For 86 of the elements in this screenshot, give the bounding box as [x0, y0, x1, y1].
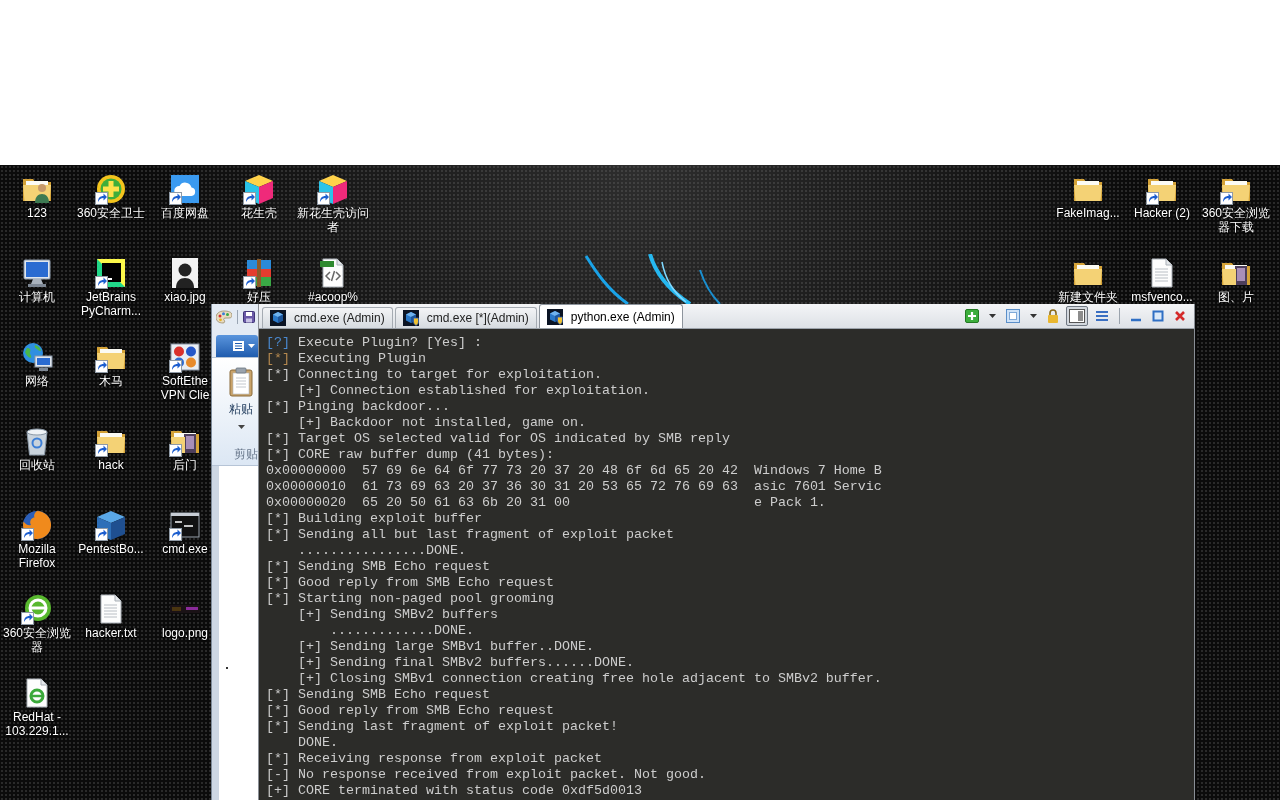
terminal-line: [+] Backdoor not installed, game on.: [297, 415, 586, 431]
ribbon-group-label: 剪贴: [234, 446, 258, 463]
desktop-icon-label[interactable]: RedHat - 103.229.1...: [0, 710, 74, 738]
terminal-line: [*] CORE raw buffer dump (41 bytes):: [266, 447, 554, 463]
desktop-icon-label[interactable]: #acoop%: [307, 290, 358, 304]
terminal-line: 0x00000020 65 20 50 61 63 6b 20 31 00 e Pack 1.: [266, 495, 826, 511]
desktop-icon-label[interactable]: 回收站: [19, 458, 55, 472]
terminal-line: [*] Building exploit buffer: [266, 511, 482, 527]
terminal-line: [*] Good reply from SMB Echo request: [266, 703, 554, 719]
desktop-icon-label[interactable]: 百度网盘: [161, 206, 209, 220]
monitor-icon[interactable]: [21, 257, 53, 289]
cube-icon: [270, 310, 286, 326]
console-tab[interactable]: cmd.exe [*](Admin): [394, 307, 537, 328]
cube-shield-icon: [402, 310, 419, 326]
terminal-line: 0x00000010 61 73 69 63 20 37 36 30 31 20 53 65 72 76 69 63 asic 7601 Servic: [266, 479, 882, 495]
terminal-line: DONE.: [297, 735, 338, 751]
caret-icon[interactable]: [237, 425, 245, 429]
app-icon[interactable]: [95, 257, 127, 289]
terminal-line: [*] Pinging backdoor...: [266, 399, 450, 415]
palette-icon[interactable]: [216, 309, 232, 324]
cube-shield-icon: [546, 308, 563, 325]
terminal-line: [*] Target OS selected valid for OS indicated by SMB reply: [266, 431, 730, 447]
desktop-icon-label[interactable]: SoftEthe VPN Clie: [160, 374, 210, 402]
terminal-line: [*] Sending last fragment of exploit packet!: [266, 719, 618, 735]
desktop-icon-label[interactable]: 360安全浏览器: [0, 626, 74, 654]
desktop-icon-label[interactable]: 360安全卫士: [77, 206, 145, 220]
paste-button[interactable]: 粘贴: [227, 367, 255, 429]
desktop-icon-label[interactable]: 好压: [247, 290, 271, 304]
terminal-line: .............DONE.: [329, 623, 474, 639]
terminal-line: [+] CORE terminated with status code 0xdf5d0013: [266, 783, 642, 799]
desktop-icon-label[interactable]: JetBrains PyCharm...: [74, 290, 148, 318]
clipboard-icon[interactable]: [229, 367, 253, 397]
desktop-icon-label[interactable]: Hacker (2): [1134, 206, 1190, 220]
desktop-icon-label[interactable]: msfvenco...: [1131, 290, 1193, 304]
terminal-line: [-] No response received from exploit packet. Not good.: [266, 767, 706, 783]
terminal-line: 0x00000000 57 69 6e 64 6f 77 73 20 37 20 48 6f 6d 65 20 42 Windows 7 Home B: [266, 463, 882, 479]
portrait-icon[interactable]: [169, 257, 201, 289]
terminal-line: [?] Execute Plugin? [Yes] :: [266, 335, 482, 351]
terminal-line: [*] Connecting to target for exploitation.: [266, 367, 602, 383]
app-menu-button[interactable]: [216, 335, 258, 357]
caret-icon[interactable]: [248, 344, 255, 348]
desktop-icon-label[interactable]: logo.png: [161, 626, 208, 640]
save-icon[interactable]: [243, 310, 255, 323]
desktop-icon-label[interactable]: 新花生壳访问者: [296, 206, 370, 234]
terminal-line: [+] Sending SMBv2 buffers: [297, 607, 498, 623]
plus-circle-icon[interactable]: [95, 173, 127, 205]
desktop-icon-label[interactable]: hacker.txt: [85, 626, 137, 640]
console-tab[interactable]: cmd.exe (Admin): [262, 307, 393, 328]
terminal-line: [*] Sending all but last fragment of exploit packet: [266, 527, 674, 543]
terminal-line: [*] Sending SMB Echo request: [266, 687, 490, 703]
desktop-icon-label[interactable]: xiao.jpg: [164, 290, 206, 304]
cloud-icon[interactable]: [169, 173, 201, 205]
desktop-icon-label[interactable]: 花生壳: [241, 206, 277, 220]
desktop-icon-label[interactable]: hack: [98, 458, 124, 472]
desktop-icon-label[interactable]: 123: [27, 206, 47, 220]
desktop-icon-label[interactable]: 后门: [173, 458, 197, 472]
terminal-line: ................DONE.: [297, 543, 466, 559]
terminal-line: [*] Sending SMB Echo request: [266, 559, 490, 575]
desktop-icon-label[interactable]: 木马: [99, 374, 123, 388]
desktop-icon-label[interactable]: 360安全浏览器下载: [1199, 206, 1273, 234]
desktop-icon-label[interactable]: FakeImag...: [1056, 206, 1120, 220]
globe-monitor-icon[interactable]: [21, 341, 53, 373]
menu-icon[interactable]: [233, 341, 244, 351]
dots-icon[interactable]: [169, 341, 201, 373]
terminal-line: [*] Receiving response from exploit packet: [266, 751, 602, 767]
globe-icon[interactable]: [21, 509, 53, 541]
desktop-icon-label[interactable]: 网络: [25, 374, 49, 388]
console-tab[interactable]: python.exe (Admin): [538, 304, 683, 328]
terminal-line: [+] Connection established for exploitation.: [297, 383, 650, 399]
terminal-line: [+] Sending final SMBv2 buffers......DONE.: [297, 655, 634, 671]
desktop-icon-label[interactable]: PentestBo...: [78, 542, 144, 556]
desktop-icon-label[interactable]: 新建文件夹: [1058, 290, 1118, 304]
desktop-icon-label[interactable]: 计算机: [19, 290, 55, 304]
terminal-line: [*] Good reply from SMB Echo request: [266, 575, 554, 591]
desktop-icon-label[interactable]: Mozilla Firefox: [0, 542, 74, 570]
desktop-icon-label[interactable]: cmd.exe: [162, 542, 208, 556]
cube-icon[interactable]: [95, 509, 127, 541]
terminal-line: [*] Starting non-paged pool grooming: [266, 591, 554, 607]
ring-icon[interactable]: [21, 593, 53, 625]
terminal-line: [+] Closing SMBv1 connection creating free hole adjacent to SMBv2 buffer.: [297, 671, 882, 687]
terminal-line: [*] Executing Plugin: [266, 351, 426, 367]
cube-icon[interactable]: [243, 173, 275, 205]
cube-icon[interactable]: [317, 173, 349, 205]
terminal-icon[interactable]: [169, 509, 201, 541]
desktop-icon-label[interactable]: 图、片: [1218, 290, 1254, 304]
terminal-line: [+] Sending large SMBv1 buffer..DONE.: [297, 639, 594, 655]
